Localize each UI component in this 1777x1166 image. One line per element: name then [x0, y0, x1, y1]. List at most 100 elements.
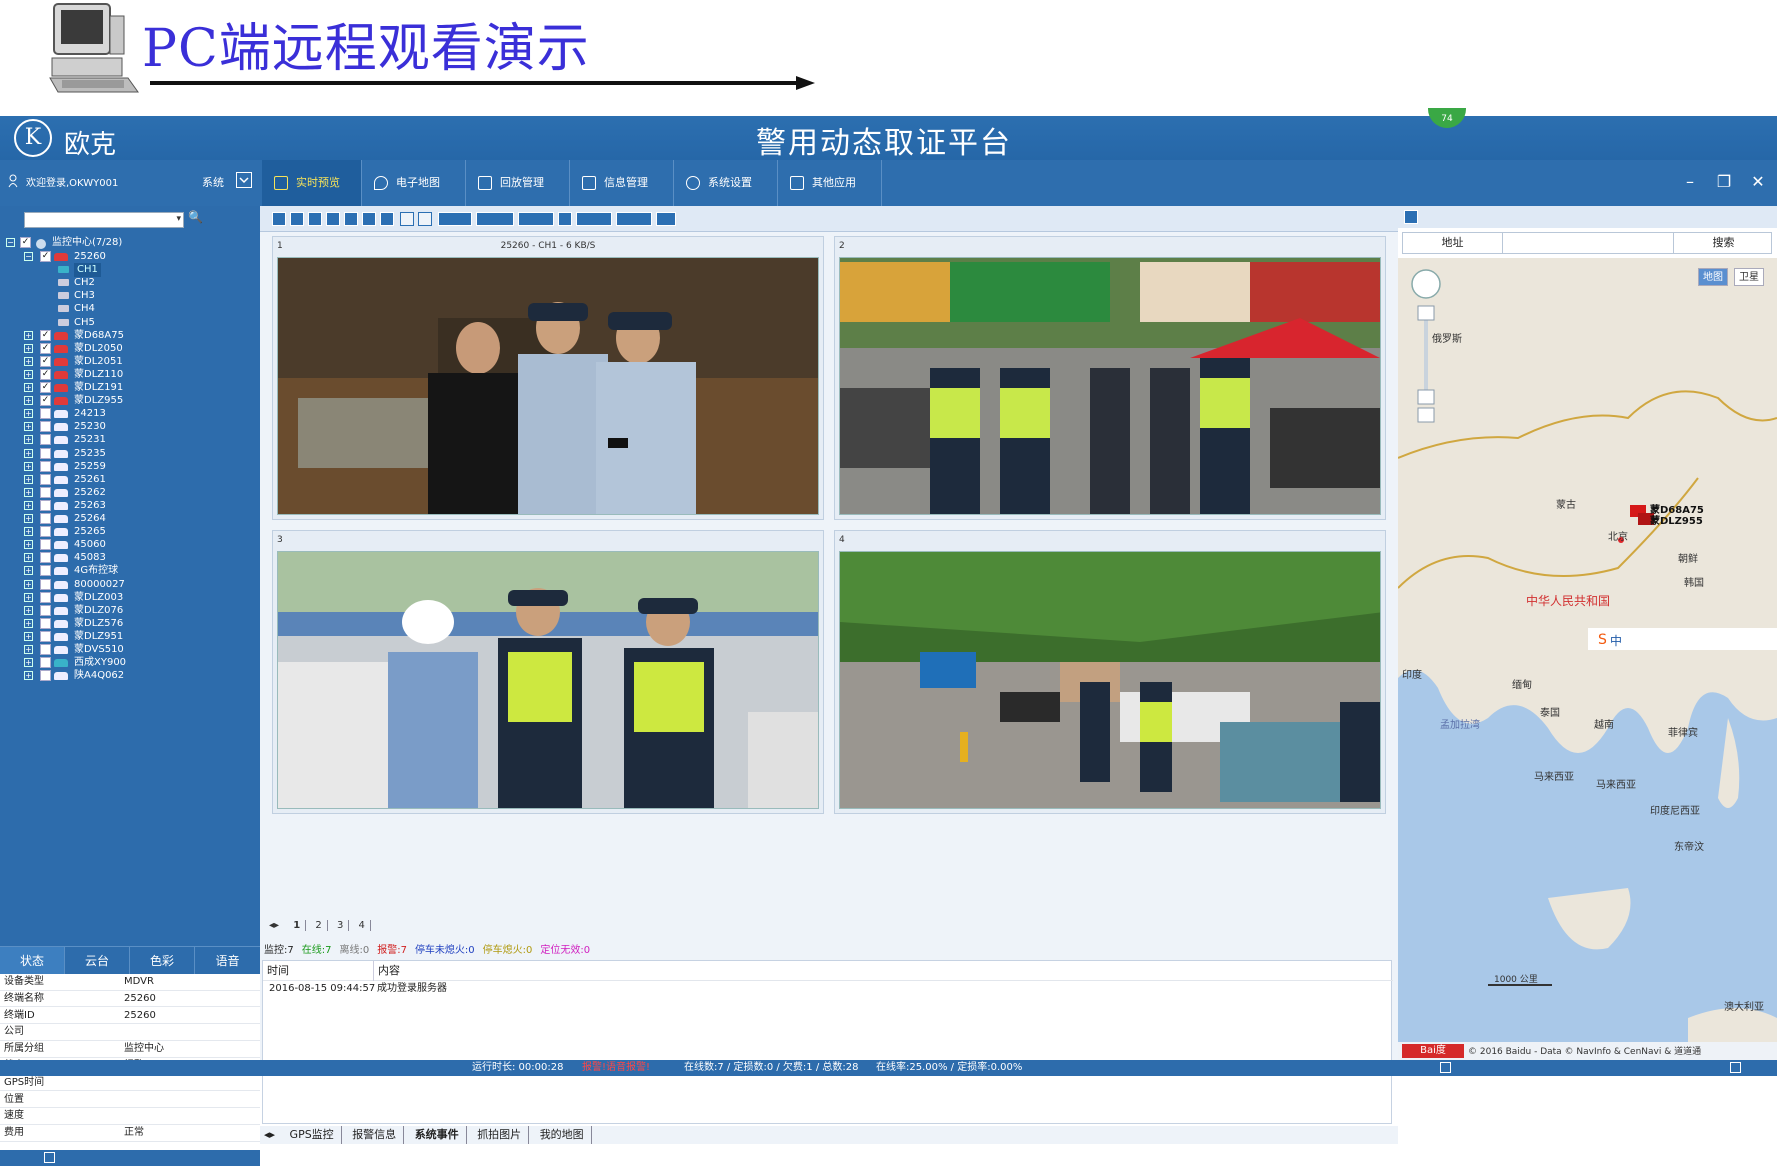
map-search-button[interactable]: 搜索: [1674, 233, 1773, 253]
expand-icon[interactable]: +: [24, 500, 33, 510]
tab-voice[interactable]: 语音: [195, 947, 260, 975]
minimize-button[interactable]: –: [1680, 172, 1700, 191]
expand-icon[interactable]: +: [24, 514, 33, 523]
page-2[interactable]: 2: [310, 920, 328, 931]
checkbox[interactable]: [40, 552, 51, 564]
device-search-input[interactable]: ▾: [24, 212, 184, 228]
video-panel-2[interactable]: 2: [834, 236, 1386, 520]
checkbox[interactable]: [40, 657, 51, 669]
checkbox[interactable]: ✓: [40, 342, 51, 354]
layout-8-icon[interactable]: [344, 212, 358, 226]
checkbox[interactable]: [40, 434, 51, 446]
map-mode-button[interactable]: 地图: [1698, 268, 1728, 286]
checkbox[interactable]: [40, 447, 51, 459]
tab-my-map[interactable]: 我的地图: [533, 1126, 592, 1144]
checkbox[interactable]: ✓: [40, 368, 51, 380]
expand-icon[interactable]: +: [24, 461, 33, 471]
layout-2-icon[interactable]: [290, 212, 304, 226]
checkbox[interactable]: [40, 408, 51, 420]
collapse-icon[interactable]: −: [6, 238, 15, 247]
expand-icon[interactable]: +: [24, 435, 33, 445]
tab-electronic-map[interactable]: 电子地图: [362, 160, 466, 206]
address-input[interactable]: [1504, 233, 1674, 253]
checkbox[interactable]: [40, 539, 51, 551]
chevron-down-icon[interactable]: ▾: [176, 214, 181, 224]
expand-icon[interactable]: +: [24, 409, 33, 419]
expand-icon[interactable]: +: [24, 487, 33, 497]
ime-toolbar[interactable]: 中: [1610, 632, 1622, 649]
checkbox[interactable]: [40, 421, 51, 433]
layout-9-icon[interactable]: [362, 212, 376, 226]
expand-icon[interactable]: −: [24, 252, 33, 261]
checkbox[interactable]: ✓: [40, 355, 51, 367]
system-menu[interactable]: 系统: [202, 174, 224, 190]
checkbox[interactable]: ✓: [40, 251, 51, 262]
checkbox[interactable]: ✓: [40, 382, 51, 393]
tab-other-apps[interactable]: 其他应用: [778, 160, 882, 206]
tab-info-management[interactable]: 信息管理: [570, 160, 674, 206]
snapshot-dropdown-icon[interactable]: [518, 212, 554, 226]
video-panel-4[interactable]: 4: [834, 530, 1386, 814]
notification-badge[interactable]: 74: [1428, 108, 1466, 128]
expand-icon[interactable]: +: [24, 540, 33, 550]
checkbox[interactable]: [40, 591, 51, 603]
expand-icon[interactable]: +: [24, 631, 33, 641]
tab-color[interactable]: 色彩: [130, 947, 195, 975]
expand-icon[interactable]: +: [24, 553, 33, 563]
expand-icon[interactable]: +: [24, 671, 33, 681]
record-dropdown-icon[interactable]: [616, 212, 652, 226]
tab-snapshots[interactable]: 抓拍图片: [470, 1126, 530, 1144]
expand-icon[interactable]: +: [24, 658, 33, 668]
expand-icon[interactable]: +: [24, 369, 33, 379]
chevron-down-icon[interactable]: [1440, 1062, 1451, 1073]
checkbox[interactable]: [40, 526, 51, 538]
tab-playback[interactable]: 回放管理: [466, 160, 570, 206]
vehicle-marker[interactable]: 蒙DLZ955: [1650, 512, 1703, 527]
expand-icon[interactable]: +: [24, 330, 33, 340]
tab-system-settings[interactable]: 系统设置: [674, 160, 778, 206]
restore-button[interactable]: ❐: [1714, 172, 1734, 191]
chevron-down-icon[interactable]: [44, 1152, 55, 1163]
expand-icon[interactable]: +: [24, 566, 33, 576]
save-icon[interactable]: [1404, 210, 1418, 224]
video-panel-3[interactable]: 3: [272, 530, 824, 814]
page-1[interactable]: 1: [288, 920, 307, 931]
expand-icon[interactable]: +: [24, 383, 33, 392]
checkbox[interactable]: [40, 630, 51, 642]
layout-1-icon[interactable]: [272, 212, 286, 226]
tab-realtime-preview[interactable]: 实时预览: [262, 160, 362, 206]
stop-dropdown-icon[interactable]: [438, 212, 472, 226]
layout-4-icon[interactable]: [308, 212, 322, 226]
arrow-down-icon[interactable]: [418, 212, 432, 226]
page-4[interactable]: 4: [354, 920, 371, 931]
page-3[interactable]: 3: [332, 920, 350, 931]
fullscreen-icon[interactable]: [656, 212, 676, 226]
checkbox[interactable]: ✓: [40, 329, 51, 341]
pager-prev-icon[interactable]: ◂▸: [264, 920, 284, 931]
expand-icon[interactable]: +: [24, 343, 33, 353]
chevron-right-icon[interactable]: [1730, 1062, 1741, 1073]
expand-icon[interactable]: +: [24, 474, 33, 484]
expand-icon[interactable]: +: [24, 618, 33, 628]
tab-ptz[interactable]: 云台: [65, 947, 130, 975]
checkbox[interactable]: [40, 513, 51, 524]
satellite-mode-button[interactable]: 卫星: [1734, 268, 1764, 286]
tab-status[interactable]: 状态: [0, 947, 65, 975]
expand-icon[interactable]: +: [24, 579, 33, 589]
map-canvas[interactable]: S 地图 卫星 俄罗斯 蒙古 北京 朝鲜 韩国 中华人民共和国 印度 缅甸 泰国…: [1398, 258, 1777, 1060]
window-dropdown-icon[interactable]: [476, 212, 514, 226]
prev-icon[interactable]: [558, 212, 572, 226]
close-button[interactable]: ✕: [1748, 172, 1768, 191]
expand-icon[interactable]: +: [24, 396, 33, 406]
checkbox[interactable]: [40, 486, 51, 498]
checkbox[interactable]: [40, 473, 51, 485]
search-icon[interactable]: 🔍: [188, 210, 203, 224]
checkbox[interactable]: [40, 578, 51, 590]
checkbox[interactable]: [40, 604, 51, 616]
expand-icon[interactable]: +: [24, 422, 33, 432]
tab-alarm-info[interactable]: 报警信息: [345, 1126, 405, 1144]
checkbox[interactable]: [40, 617, 51, 629]
tab-gps-monitor[interactable]: GPS监控: [283, 1126, 342, 1144]
table-row[interactable]: 2016-08-15 09:44:57 成功登录服务器: [263, 981, 1393, 997]
chevron-down-icon[interactable]: [236, 172, 252, 188]
